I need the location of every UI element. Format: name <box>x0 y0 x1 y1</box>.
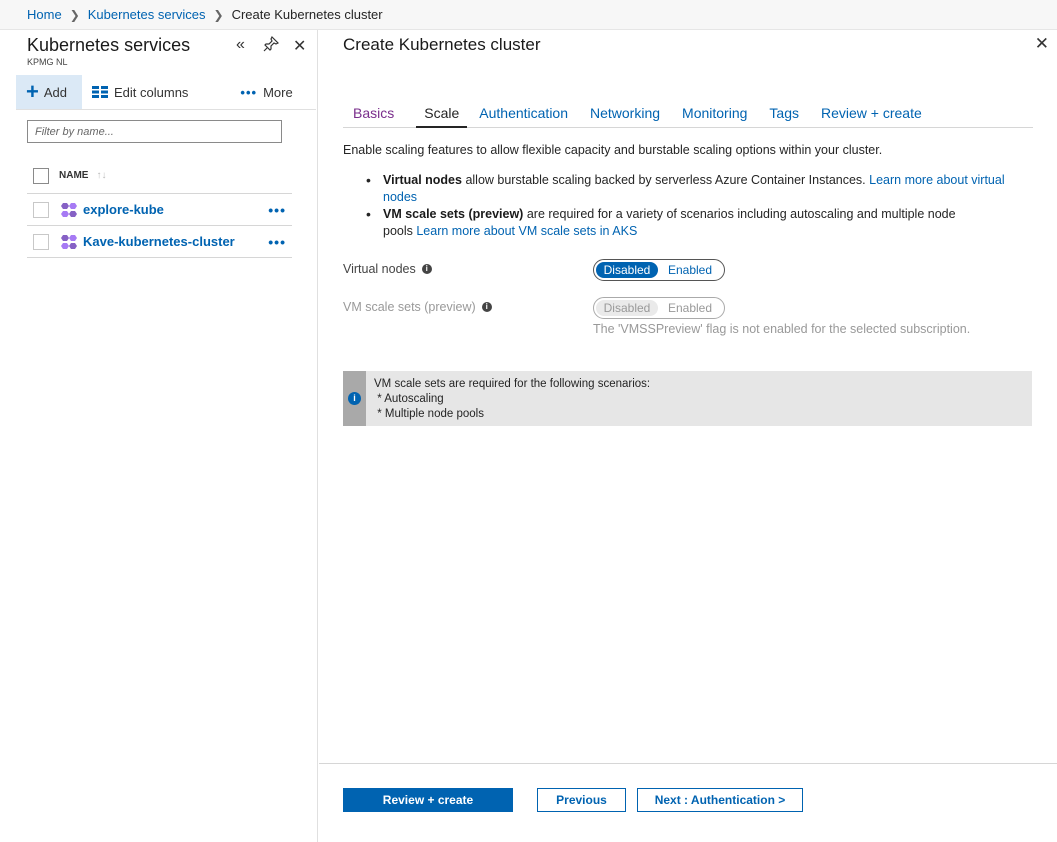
bullet-heading: Virtual nodes <box>383 173 462 187</box>
tab-networking[interactable]: Networking <box>590 100 660 128</box>
virtual-nodes-enabled-option[interactable]: Enabled <box>658 262 722 278</box>
ellipsis-icon: ••• <box>240 84 258 100</box>
list-item: Virtual nodes allow burstable scaling ba… <box>363 172 1033 206</box>
previous-button[interactable]: Previous <box>537 788 626 812</box>
table-row[interactable]: explore-kube ••• <box>27 194 292 226</box>
virtual-nodes-disabled-option[interactable]: Disabled <box>596 262 658 278</box>
add-label: Add <box>43 84 67 100</box>
virtual-nodes-label: Virtual nodes i <box>343 262 432 276</box>
footer-divider <box>319 763 1057 764</box>
virtual-nodes-label-text: Virtual nodes <box>343 262 416 276</box>
info-box-text: VM scale sets are required for the follo… <box>366 371 650 426</box>
table-row[interactable]: Kave-kubernetes-cluster ••• <box>27 226 292 258</box>
table-header: NAME ↑↓ <box>27 158 292 194</box>
tab-monitoring[interactable]: Monitoring <box>682 100 747 128</box>
edit-columns-button[interactable]: Edit columns <box>92 85 188 100</box>
breadcrumb-home-link[interactable]: Home <box>27 7 62 22</box>
bullet-text: allow burstable scaling backed by server… <box>461 173 870 187</box>
sort-icon[interactable]: ↑↓ <box>96 170 106 181</box>
blade-subtitle: KPMG NL <box>27 57 68 67</box>
edit-columns-label: Edit columns <box>114 84 189 100</box>
tab-basics[interactable]: Basics <box>353 100 394 128</box>
kubernetes-service-icon <box>61 202 77 217</box>
breadcrumb: Home ❯ Kubernetes services ❯ Create Kube… <box>0 0 1057 30</box>
learn-more-vmss-link[interactable]: Learn more about VM scale sets in AKS <box>416 224 637 238</box>
pin-icon[interactable] <box>263 35 280 57</box>
tab-authentication[interactable]: Authentication <box>479 100 568 128</box>
tab-review-create[interactable]: Review + create <box>821 100 922 128</box>
vmss-info-box: i VM scale sets are required for the fol… <box>343 371 1032 426</box>
info-line: * Autoscaling <box>374 393 444 405</box>
column-name-header[interactable]: NAME <box>59 170 88 181</box>
blade-title: Kubernetes services <box>27 35 191 55</box>
row-checkbox[interactable] <box>33 201 49 218</box>
vmss-toggle: Disabled Enabled <box>593 297 725 319</box>
info-line: VM scale sets are required for the follo… <box>374 378 651 390</box>
columns-icon <box>92 86 108 98</box>
learn-more-virtual-nodes-link-cont[interactable]: nodes <box>383 190 417 204</box>
add-button[interactable]: + Add <box>16 75 82 109</box>
bullet-text: pools <box>383 224 417 238</box>
more-label: More <box>263 84 293 100</box>
toolbar: + Add Edit columns ••• More <box>16 75 316 109</box>
plus-icon: + <box>26 79 39 104</box>
collapse-icon[interactable]: « <box>236 36 245 54</box>
row-checkbox[interactable] <box>33 233 49 250</box>
scale-bullets: Virtual nodes allow burstable scaling ba… <box>363 172 1033 240</box>
next-authentication-button[interactable]: Next : Authentication > <box>637 788 803 812</box>
learn-more-virtual-nodes-link[interactable]: Learn more about virtual <box>869 173 1005 187</box>
info-icon[interactable]: i <box>421 264 432 274</box>
page-title: Create Kubernetes cluster <box>343 35 541 54</box>
select-all-checkbox[interactable] <box>33 167 49 184</box>
vmss-disabled-option: Disabled <box>596 300 658 316</box>
tab-tags[interactable]: Tags <box>769 100 799 128</box>
cluster-name-link[interactable]: Kave-kubernetes-cluster <box>83 234 235 249</box>
row-ellipsis-icon[interactable]: ••• <box>268 202 286 218</box>
breadcrumb-services-link[interactable]: Kubernetes services <box>88 7 206 22</box>
cluster-name-link[interactable]: explore-kube <box>83 202 164 217</box>
create-cluster-blade: Create Kubernetes cluster ✕ Basics Scale… <box>319 30 1057 842</box>
vmss-label-text: VM scale sets (preview) <box>343 300 476 314</box>
list-item: VM scale sets (preview) are required for… <box>363 206 1033 240</box>
chevron-right-icon: ❯ <box>69 7 80 22</box>
info-icon[interactable]: i <box>481 302 492 312</box>
toolbar-divider <box>16 109 316 110</box>
vmss-flag-note: The 'VMSSPreview' flag is not enabled fo… <box>593 322 971 336</box>
close-icon[interactable]: ✕ <box>1035 34 1049 54</box>
virtual-nodes-toggle[interactable]: Disabled Enabled <box>593 259 725 281</box>
info-icon: i <box>348 392 361 405</box>
tab-scale[interactable]: Scale <box>416 100 468 128</box>
review-create-button[interactable]: Review + create <box>343 788 513 812</box>
more-button[interactable]: ••• More <box>240 85 292 100</box>
wizard-tabs: Basics Scale Authentication Networking M… <box>343 100 1033 128</box>
vmss-enabled-option: Enabled <box>667 301 713 315</box>
chevron-right-icon: ❯ <box>213 7 224 22</box>
filter-input[interactable] <box>27 120 282 143</box>
services-blade: Kubernetes services KPMG NL « ✕ + Add Ed… <box>0 30 318 842</box>
scale-intro-text: Enable scaling features to allow flexibl… <box>343 143 883 157</box>
kubernetes-service-icon <box>61 234 77 249</box>
row-ellipsis-icon[interactable]: ••• <box>268 234 286 250</box>
vmss-label: VM scale sets (preview) i <box>343 300 492 314</box>
breadcrumb-current: Create Kubernetes cluster <box>231 7 383 22</box>
bullet-heading: VM scale sets (preview) <box>383 207 524 221</box>
info-bar: i <box>343 371 366 426</box>
info-line: * Multiple node pools <box>374 408 484 420</box>
close-icon[interactable]: ✕ <box>293 36 306 56</box>
bullet-text: are required for a variety of scenarios … <box>523 207 956 221</box>
